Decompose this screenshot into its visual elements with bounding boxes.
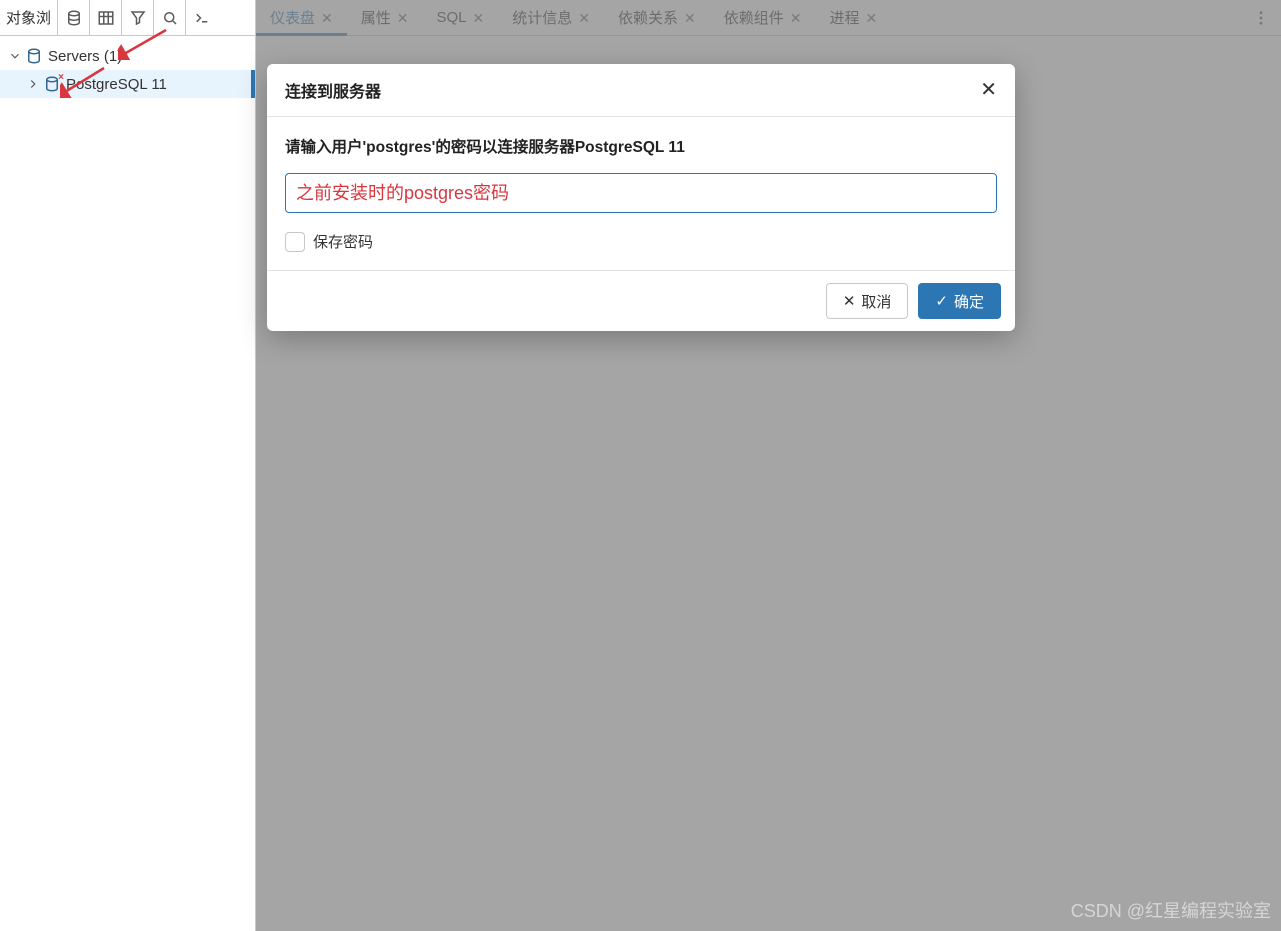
save-password-checkbox[interactable]	[285, 232, 305, 252]
password-input[interactable]	[285, 173, 997, 213]
psql-icon[interactable]	[186, 0, 218, 35]
dialog-header: 连接到服务器 ✕	[267, 64, 1015, 117]
save-password-label: 保存密码	[313, 231, 373, 252]
connect-server-dialog: 连接到服务器 ✕ 请输入用户'postgres'的密码以连接服务器Postgre…	[267, 64, 1015, 331]
button-label: 确定	[954, 291, 984, 312]
cancel-button[interactable]: ✕ 取消	[826, 283, 909, 319]
dialog-prompt: 请输入用户'postgres'的密码以连接服务器PostgreSQL 11	[285, 135, 997, 157]
server-group-icon	[24, 47, 44, 65]
sidebar-title: 对象浏	[0, 0, 58, 35]
chevron-down-icon	[6, 47, 24, 65]
annotation-arrow-icon	[118, 26, 168, 60]
object-browser-sidebar: 对象浏	[0, 0, 256, 931]
tree-item-postgresql[interactable]: × PostgreSQL 11	[0, 70, 255, 98]
close-icon: ✕	[843, 292, 856, 310]
save-password-row: 保存密码	[285, 231, 997, 252]
server-disconnected-icon: ×	[42, 75, 62, 93]
check-icon: ✓	[935, 292, 948, 310]
dialog-title: 连接到服务器	[285, 78, 381, 102]
dialog-footer: ✕ 取消 ✓ 确定	[267, 270, 1015, 331]
annotation-arrow-icon	[60, 64, 106, 98]
close-icon[interactable]: ✕	[980, 80, 997, 100]
dialog-body: 请输入用户'postgres'的密码以连接服务器PostgreSQL 11 保存…	[267, 117, 1015, 270]
ok-button[interactable]: ✓ 确定	[918, 283, 1001, 319]
button-label: 取消	[861, 291, 891, 312]
tree-label: Servers (1)	[48, 48, 122, 65]
query-tool-icon[interactable]	[58, 0, 90, 35]
chevron-right-icon	[24, 75, 42, 93]
